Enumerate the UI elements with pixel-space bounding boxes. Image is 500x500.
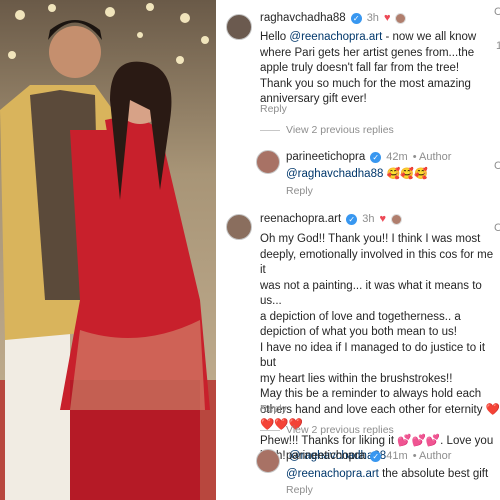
author-label: Author xyxy=(419,151,452,163)
verified-icon: ✓ xyxy=(350,12,362,24)
text-line: others hand and love each other for eter… xyxy=(260,403,500,416)
verified-icon: ✓ xyxy=(370,450,382,462)
comment-text: @reenachopra.art the absolute best gift xyxy=(286,467,496,483)
divider xyxy=(260,429,280,431)
text-line: a depiction of love and togetherness.. a xyxy=(260,310,461,323)
heart-icon: ♥ xyxy=(379,213,386,225)
text-line: my heart lies within the brushstrokes!! xyxy=(260,372,453,385)
mention-link[interactable]: @reenachopra.art xyxy=(286,468,379,480)
edge-text: 1 xyxy=(496,40,500,52)
avatar[interactable] xyxy=(226,214,252,240)
post-photo xyxy=(0,0,216,500)
reply-button[interactable]: Reply xyxy=(260,403,287,415)
username[interactable]: parineetichopra xyxy=(286,450,365,462)
comment-text: Hello @reenachopra.art - now we all know… xyxy=(260,30,496,108)
liked-by-author-icon xyxy=(395,12,407,24)
comment-header: reenachopra.art ✓ 3h ♥ xyxy=(260,213,402,225)
text-line: Oh my God!! Thank you!! I think I was mo… xyxy=(260,233,481,245)
text-line: I have no idea if I managed to do justic… xyxy=(260,341,486,370)
username[interactable]: reenachopra.art xyxy=(260,213,341,225)
timestamp: 3h xyxy=(366,12,379,24)
author-badge: • Author xyxy=(412,450,452,462)
text-line: was not a painting... it was what it mea… xyxy=(260,279,482,308)
timestamp: 42m xyxy=(386,151,408,163)
heart-icon: ♥ xyxy=(383,12,391,24)
edge-text: C xyxy=(494,222,500,234)
view-replies-label: View 2 previous replies xyxy=(286,424,394,436)
mention-link[interactable]: @reenachopra.art xyxy=(289,31,382,43)
reply-button[interactable]: Reply xyxy=(286,185,313,197)
text-line: deeply, emotionally involved in this cos… xyxy=(260,248,494,277)
reply-button[interactable]: Reply xyxy=(286,484,313,496)
reply-button[interactable]: Reply xyxy=(260,103,287,115)
comment-text: @raghavchadha88 🥰🥰🥰 xyxy=(286,167,496,183)
edge-text: C xyxy=(494,6,500,18)
verified-icon: ✓ xyxy=(346,213,358,225)
text-part: the absolute best gift xyxy=(378,468,489,480)
text-part: Hello xyxy=(260,31,290,43)
edge-text: C xyxy=(494,160,500,172)
author-label: Author xyxy=(419,450,452,462)
text-line: May this be a reminder to always hold ea… xyxy=(260,388,482,400)
comments-panel: raghavchadha88 ✓ 3h ♥ Hello @reenachopra… xyxy=(216,0,500,500)
view-previous-replies[interactable]: View 2 previous replies xyxy=(260,424,394,436)
timestamp: 3h xyxy=(362,213,375,225)
couple-photo-illustration xyxy=(0,0,216,500)
avatar[interactable] xyxy=(256,449,280,473)
comment-header: parineetichopra ✓ 42m • Author xyxy=(286,151,451,163)
mention-link[interactable]: @raghavchadha88 xyxy=(286,168,383,180)
username[interactable]: parineetichopra xyxy=(286,151,365,163)
comment-header: parineetichopra ✓ 41m • Author xyxy=(286,450,451,462)
username[interactable]: raghavchadha88 xyxy=(260,12,346,24)
liked-by-author-icon xyxy=(390,213,402,225)
author-badge: • Author xyxy=(412,151,452,163)
verified-icon: ✓ xyxy=(370,151,382,163)
avatar[interactable] xyxy=(226,14,252,40)
comment-header: raghavchadha88 ✓ 3h ♥ xyxy=(260,12,407,24)
text-line: depiction of what you both mean to us! xyxy=(260,326,457,338)
divider xyxy=(260,129,280,131)
emoji-group: 🥰🥰🥰 xyxy=(386,168,428,180)
text-part: Thank you so much for the most amazing a… xyxy=(260,77,471,106)
view-previous-replies[interactable]: View 2 previous replies xyxy=(260,124,394,136)
avatar[interactable] xyxy=(256,150,280,174)
timestamp: 41m xyxy=(386,450,408,462)
view-replies-label: View 2 previous replies xyxy=(286,124,394,136)
